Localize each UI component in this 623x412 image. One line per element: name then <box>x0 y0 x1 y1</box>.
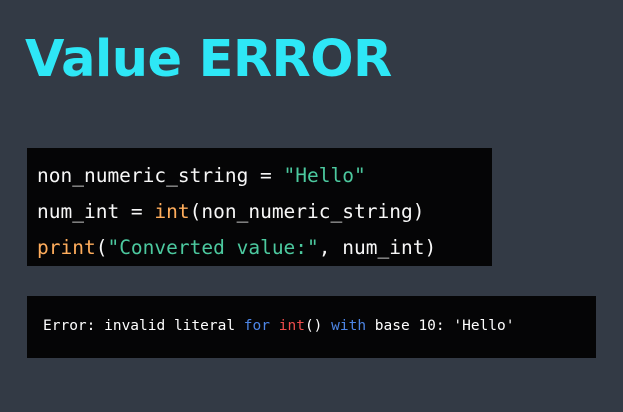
error-suffix: base 10: 'Hello' <box>366 318 515 334</box>
error-keyword-for: for <box>243 318 270 334</box>
error-space-2 <box>322 318 331 334</box>
slide-title: Value ERROR <box>25 30 392 89</box>
code-line-2-function: int <box>154 200 190 223</box>
code-line-3-function: print <box>37 236 96 259</box>
error-space-1 <box>270 318 279 334</box>
error-parens: () <box>304 318 323 334</box>
code-line-2-arguments: (non_numeric_string) <box>189 200 425 223</box>
slide: Value ERROR non_numeric_string = "Hello"… <box>0 0 623 412</box>
code-line-1-string: "Hello" <box>283 164 366 187</box>
error-output: Error: invalid literal for int() with ba… <box>27 296 596 358</box>
code-line-2-assignment: num_int = <box>37 200 155 223</box>
code-line-1-assignment: non_numeric_string = <box>37 164 284 187</box>
code-line-3-string: "Converted value:" <box>107 236 319 259</box>
code-line-3-arguments: , num_int) <box>318 236 437 259</box>
code-line-3: print("Converted value:", num_int) <box>37 230 492 266</box>
error-function: int <box>278 318 305 334</box>
code-line-1: non_numeric_string = "Hello" <box>37 158 492 194</box>
code-block: non_numeric_string = "Hello" num_int = i… <box>27 148 492 266</box>
code-line-3-open-paren: ( <box>95 236 108 259</box>
code-line-2: num_int = int(non_numeric_string) <box>37 194 492 230</box>
error-prefix: Error: invalid literal <box>43 318 244 334</box>
error-keyword-with: with <box>331 318 367 334</box>
